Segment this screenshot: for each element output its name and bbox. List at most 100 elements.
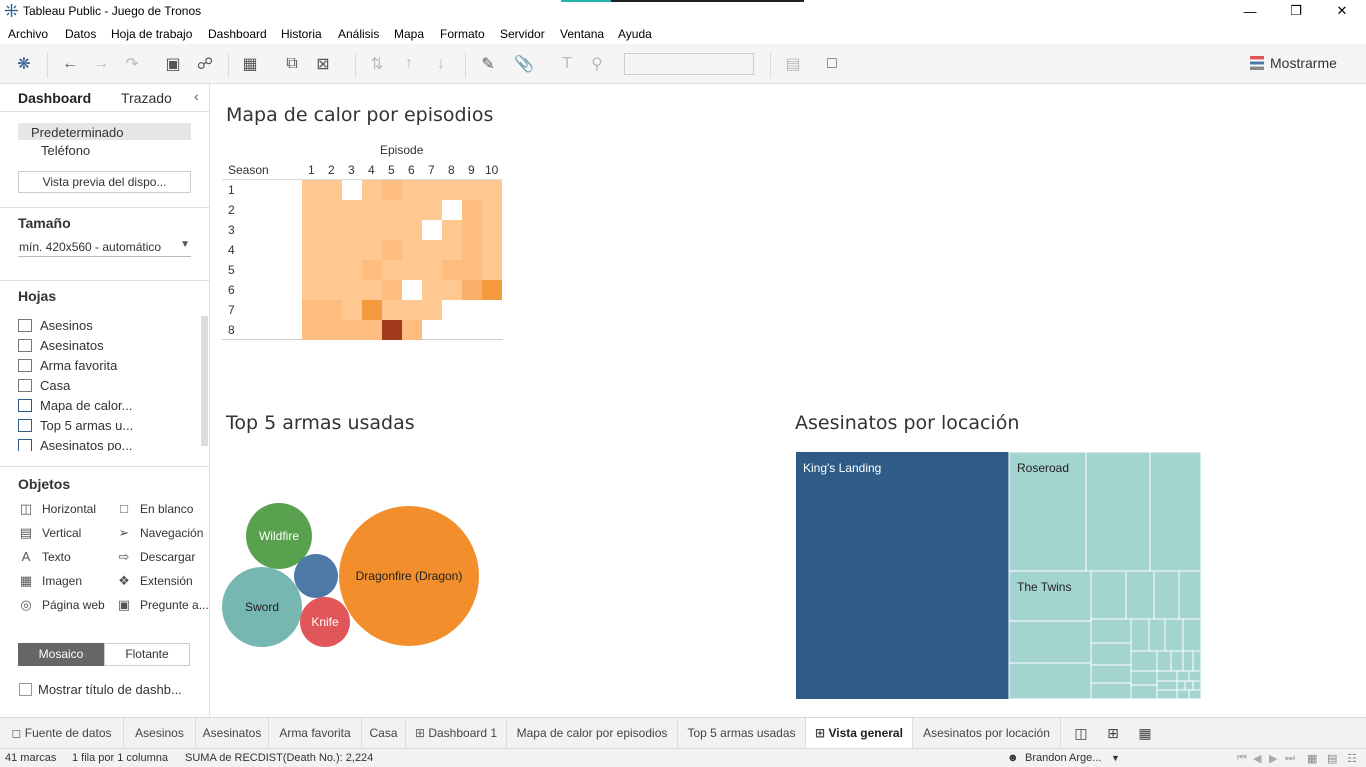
menu-ayuda[interactable]: Ayuda <box>618 27 652 41</box>
flotante-button[interactable]: Flotante <box>104 643 190 666</box>
heatmap-cell[interactable] <box>442 280 462 300</box>
duplicate-sheet-icon[interactable]: ⧉ <box>282 54 302 74</box>
heatmap-cell[interactable] <box>442 180 462 200</box>
highlight-icon[interactable]: ✎ <box>478 54 498 74</box>
heatmap-cell[interactable] <box>302 180 322 200</box>
sort-asc-icon[interactable]: ↑ <box>399 54 419 74</box>
tab-vista-general[interactable]: ⊞ Vista general <box>806 718 913 749</box>
heatmap-cell[interactable] <box>362 220 382 240</box>
heatmap-cell[interactable] <box>302 280 322 300</box>
close-icon[interactable]: ✕ <box>1319 0 1365 22</box>
heatmap-cell[interactable] <box>402 300 422 320</box>
show-me-button[interactable]: Mostrarme <box>1250 55 1337 71</box>
heatmap-cell[interactable] <box>402 240 422 260</box>
tab-dashboard-1[interactable]: ⊞ Dashboard 1 <box>406 718 507 749</box>
heatmap-cell[interactable] <box>382 240 402 260</box>
group-icon[interactable]: 📎 <box>514 54 534 74</box>
heatmap-cell[interactable] <box>342 200 362 220</box>
sheet-item[interactable]: Mapa de calor... <box>18 398 133 413</box>
heatmap-cell[interactable] <box>482 220 502 240</box>
heatmap-cell[interactable] <box>482 260 502 280</box>
tab-trazado[interactable]: Trazado <box>121 90 172 106</box>
tableau-home-icon[interactable]: ❋ <box>14 54 34 74</box>
heatmap-cell[interactable] <box>342 220 362 240</box>
heatmap-cell[interactable] <box>422 240 442 260</box>
next-page-icon[interactable]: ▶ <box>1269 752 1277 765</box>
heatmap-cell[interactable] <box>442 240 462 260</box>
prev-page-icon[interactable]: ◀ <box>1253 752 1261 765</box>
heatmap-cell[interactable] <box>462 220 482 240</box>
heatmap-cell[interactable] <box>382 260 402 280</box>
tab-top-5-armas[interactable]: Top 5 armas usadas <box>678 718 806 749</box>
tab-mapa-de-calor[interactable]: Mapa de calor por episodios <box>507 718 678 749</box>
heatmap-cell[interactable] <box>402 220 422 240</box>
heatmap-cell[interactable] <box>382 180 402 200</box>
collapse-panel-icon[interactable]: ‹ <box>194 88 199 104</box>
sheet-item[interactable]: Arma favorita <box>18 358 117 373</box>
menu-ventana[interactable]: Ventana <box>560 27 604 41</box>
heatmap-cell[interactable] <box>362 180 382 200</box>
heatmap-cell[interactable] <box>302 220 322 240</box>
heatmap-cell[interactable] <box>362 240 382 260</box>
heatmap-cell[interactable] <box>322 200 342 220</box>
heatmap-cell[interactable] <box>382 200 402 220</box>
tab-asesinatos-por-locacion[interactable]: Asesinatos por locación <box>913 718 1061 749</box>
mosaico-button[interactable]: Mosaico <box>18 643 104 666</box>
heatmap-cell[interactable] <box>342 260 362 280</box>
heatmap-cell[interactable] <box>322 240 342 260</box>
heatmap-cell[interactable] <box>382 280 402 300</box>
new-sheet-icon[interactable]: ▦ <box>240 54 260 74</box>
labels-icon[interactable]: T <box>557 54 577 74</box>
last-page-icon[interactable]: ⏭ <box>1285 752 1295 765</box>
heatmap-cell[interactable] <box>402 320 422 340</box>
object-vertical[interactable]: ▤ Vertical <box>18 525 82 541</box>
grid-view-icon[interactable]: ▦ <box>1307 752 1317 765</box>
pin-icon[interactable]: ⚲ <box>587 54 607 74</box>
heatmap-cell[interactable] <box>422 180 442 200</box>
heatmap-cell[interactable] <box>362 260 382 280</box>
heatmap-cell[interactable] <box>422 260 442 280</box>
status-user[interactable]: Brandon Arge... <box>1025 752 1101 764</box>
heatmap-cell[interactable] <box>462 180 482 200</box>
heatmap-cell[interactable] <box>362 320 382 340</box>
menu-mapa[interactable]: Mapa <box>394 27 424 41</box>
sheets-scrollbar[interactable] <box>201 316 208 446</box>
object-navegacion[interactable]: ➢ Navegación <box>116 525 204 541</box>
sort-desc-icon[interactable]: ↓ <box>431 54 451 74</box>
heatmap-cell[interactable] <box>462 280 482 300</box>
object-texto[interactable]: A Texto <box>18 549 71 564</box>
heatmap-cell[interactable] <box>342 240 362 260</box>
heatmap-cell[interactable] <box>382 220 402 240</box>
new-sheet-icon[interactable]: ◫ <box>1068 718 1094 749</box>
list-view-icon[interactable]: ☷ <box>1347 752 1357 765</box>
undo-icon[interactable]: ← <box>60 54 80 74</box>
tab-dashboard[interactable]: Dashboard <box>18 90 91 106</box>
heatmap-cell[interactable] <box>342 320 362 340</box>
swap-icon[interactable]: ⇅ <box>367 54 387 74</box>
heatmap-cell[interactable] <box>342 180 362 200</box>
chevron-down-icon[interactable]: ▼ <box>1111 753 1120 763</box>
heatmap-cell[interactable] <box>302 320 322 340</box>
new-data-source-icon[interactable]: ☍ <box>195 54 215 74</box>
first-page-icon[interactable]: ⏮ <box>1237 752 1247 765</box>
sheet-item[interactable]: Asesinos <box>18 318 93 333</box>
object-imagen[interactable]: ▦ Imagen <box>18 573 82 589</box>
heatmap-cell[interactable] <box>302 260 322 280</box>
replay-icon[interactable]: ↷ <box>122 54 142 74</box>
show-title-checkbox[interactable]: Mostrar título de dashb... <box>19 682 182 697</box>
filmstrip-view-icon[interactable]: ▤ <box>1327 752 1337 765</box>
heatmap-cell[interactable] <box>402 280 422 300</box>
menu-archivo[interactable]: Archivo <box>8 27 48 41</box>
heatmap-cell[interactable] <box>362 200 382 220</box>
tab-fuente-de-datos[interactable]: ◻ Fuente de datos <box>0 718 124 749</box>
menu-analisis[interactable]: Análisis <box>338 27 379 41</box>
device-predeterminado[interactable]: Predeterminado <box>31 125 124 140</box>
size-dropdown[interactable]: mín. 420x560 - automático ▼ <box>18 237 191 257</box>
heatmap-cell[interactable] <box>482 200 502 220</box>
heatmap-cell[interactable] <box>302 240 322 260</box>
heatmap-cell[interactable] <box>322 320 342 340</box>
heatmap-cell[interactable] <box>342 300 362 320</box>
device-telefono[interactable]: Teléfono <box>41 143 90 158</box>
heatmap-cell[interactable] <box>362 280 382 300</box>
fit-dropdown[interactable] <box>624 53 754 75</box>
